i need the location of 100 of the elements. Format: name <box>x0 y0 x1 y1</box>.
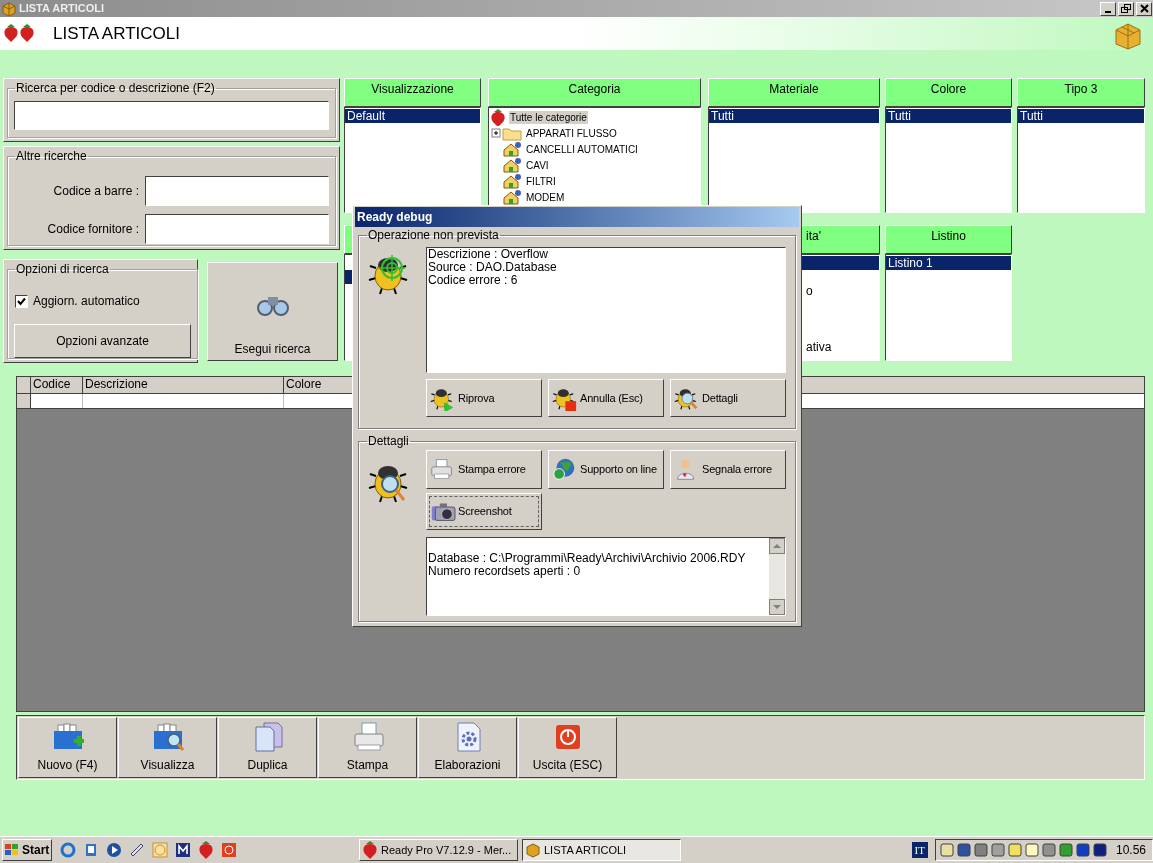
tree-item[interactable]: CAVI <box>525 158 550 172</box>
check-icon <box>17 296 26 306</box>
folder-icon <box>502 125 522 141</box>
dialog-button[interactable]: Riprova <box>426 379 542 417</box>
house-icon <box>502 173 522 189</box>
panel-title: Materiale <box>769 82 819 96</box>
list-item[interactable]: Tutti <box>709 109 879 123</box>
toolbar-button[interactable]: Elaborazioni <box>418 717 517 778</box>
dialog-button[interactable]: Annulla (Esc) <box>548 379 664 417</box>
tray-icon <box>1092 843 1107 857</box>
error-line: Descrizione : Overflow <box>428 248 550 261</box>
run-search-button[interactable]: Esegui ricerca <box>207 262 338 361</box>
search-field[interactable] <box>14 101 329 130</box>
close-button[interactable] <box>1136 1 1152 16</box>
details-line: Database : C:\Programmi\Ready\Archivi\Archivio 2006.RDY <box>428 552 747 565</box>
details-line: Numero recordsets aperti : 0 <box>428 565 581 578</box>
filter-list[interactable]: Tutti <box>708 107 880 213</box>
column-header[interactable]: Codice <box>31 377 83 393</box>
strawberry-icon <box>362 840 378 860</box>
box-icon <box>1114 21 1142 50</box>
dialog-button[interactable]: Segnala errore <box>670 450 786 489</box>
input-field[interactable] <box>145 214 329 244</box>
language-indicator[interactable]: IT <box>911 842 928 858</box>
list-item[interactable]: Tutti <box>1018 109 1144 123</box>
panel-title: Colore <box>930 82 967 96</box>
group-label: Altre ricerche <box>15 150 88 163</box>
toolbar-button[interactable]: Stampa <box>318 717 417 778</box>
group-label: Opzioni di ricerca <box>15 263 110 276</box>
toolbar-button[interactable]: Uscita (ESC) <box>518 717 617 778</box>
toolbar-button[interactable]: Nuovo (F4) <box>18 717 117 778</box>
group-label: Ricerca per codice o descrizione (F2) <box>15 82 216 95</box>
filter-list[interactable]: Tutti <box>885 107 1012 213</box>
tree-item[interactable]: MODEM <box>525 190 566 204</box>
list-item[interactable]: Listino 1 <box>886 256 1011 270</box>
clock-icon <box>152 842 168 858</box>
strawberry-icon <box>198 840 214 860</box>
tray-icon <box>1024 843 1039 857</box>
group-label: Dettagli <box>367 435 410 448</box>
dialog-button[interactable]: Stampa errore <box>426 450 542 489</box>
tree-item[interactable]: CANCELLI AUTOMATICI <box>525 142 639 156</box>
restore-icon <box>1121 4 1131 13</box>
clock: 10.56 <box>1115 842 1146 859</box>
quick-launch-button[interactable] <box>106 842 122 858</box>
input-field[interactable] <box>145 176 329 206</box>
minimize-button[interactable] <box>1100 1 1116 16</box>
house-icon <box>502 141 522 157</box>
filter-list[interactable]: Default <box>344 107 481 213</box>
page-title: LISTA ARTICOLI <box>53 22 180 45</box>
tray-icon <box>1007 843 1022 857</box>
tree-item[interactable]: FILTRI <box>525 174 557 188</box>
panel-title: Visualizzazione <box>371 82 454 96</box>
panel-title: Categoria <box>568 82 621 96</box>
details-text-box[interactable]: Database : C:\Programmi\Ready\Archivi\Archivio 2006.RDY Numero recordsets aperti : 0 <box>426 537 786 616</box>
browser-icon <box>60 842 76 858</box>
tray-icon <box>990 843 1005 857</box>
quick-launch-button[interactable] <box>175 842 191 858</box>
filter-list[interactable]: Listino 1 <box>885 254 1012 361</box>
tray-icon <box>956 843 971 857</box>
column-header[interactable]: Descrizione <box>83 377 284 393</box>
list-item[interactable]: Tutti <box>886 109 1011 123</box>
pen-icon <box>129 842 145 858</box>
row-selector-cell[interactable] <box>17 394 31 408</box>
panel-title: Listino <box>931 229 966 243</box>
scroll-up-icon <box>769 538 785 554</box>
tray-icon <box>973 843 988 857</box>
house-icon <box>502 157 522 173</box>
restore-button[interactable] <box>1118 1 1134 16</box>
advanced-options-button[interactable]: Opzioni avanzate <box>14 324 191 358</box>
tray-icon <box>1041 843 1056 857</box>
tray-icon <box>1075 843 1090 857</box>
tree-item[interactable]: APPARATI FLUSSO <box>525 126 618 140</box>
checkbox[interactable] <box>15 294 28 308</box>
error-line: Codice errore : 6 <box>428 274 519 287</box>
dialog-button[interactable]: Screenshot <box>426 493 542 530</box>
binoculars-icon <box>255 294 290 316</box>
power-icon <box>221 842 237 858</box>
toolbar-button[interactable]: Duplica <box>218 717 317 778</box>
house-icon <box>502 189 522 205</box>
play-icon <box>106 842 122 858</box>
taskbar-button[interactable]: LISTA ARTICOLI <box>522 839 681 861</box>
dialog-button[interactable]: Supporto on line <box>548 450 664 489</box>
dialog-button[interactable]: Dettagli <box>670 379 786 417</box>
scrollbar[interactable] <box>769 538 785 615</box>
error-text-box[interactable]: Descrizione : Overflow Source : DAO.Database Codice errore : 6 <box>426 247 786 373</box>
list-item[interactable]: Default <box>345 109 480 123</box>
strawberry-icon <box>490 108 506 126</box>
tree-item[interactable]: Tutte le categorie <box>509 110 588 124</box>
close-icon <box>1139 4 1149 13</box>
printer-icon <box>351 721 384 753</box>
quick-launch-button[interactable] <box>129 842 145 858</box>
start-button[interactable]: Start <box>2 839 52 861</box>
filter-list[interactable]: Tutti <box>1017 107 1145 213</box>
checkbox-label: Aggiorn. automatico <box>33 293 140 310</box>
m-square-icon <box>175 842 191 858</box>
box-icon <box>1 0 17 17</box>
toolbar-button[interactable]: Visualizza <box>118 717 217 778</box>
taskbar-button[interactable]: Ready Pro V7.12.9 - Mer... <box>359 839 518 861</box>
scroll-down-icon <box>769 599 785 615</box>
expand-icon <box>491 127 502 139</box>
document-icon <box>83 842 99 858</box>
